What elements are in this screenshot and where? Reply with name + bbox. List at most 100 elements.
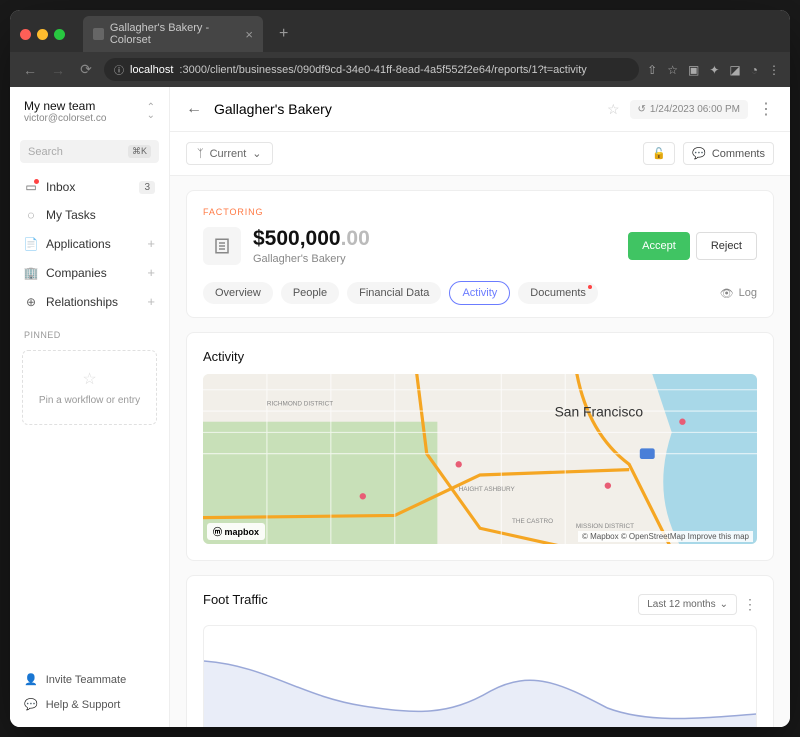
page-title: Gallagher's Bakery (214, 101, 332, 117)
puzzle-icon[interactable]: ✦ (709, 63, 719, 77)
activity-map[interactable]: San Francisco RICHMOND DISTRICT HAIGHT A… (203, 374, 757, 544)
svg-text:MISSION DISTRICT: MISSION DISTRICT (576, 523, 634, 530)
favicon-icon (93, 28, 104, 40)
lock-button[interactable]: 🔓 (643, 142, 675, 165)
companies-icon: 🏢 (24, 266, 38, 280)
plus-icon[interactable]: + (147, 265, 155, 280)
comments-label: Comments (712, 148, 765, 160)
back-arrow-button[interactable]: ← (186, 100, 202, 118)
search-input[interactable]: Search ⌘K (20, 140, 159, 163)
relationships-icon: ⊕ (24, 295, 38, 309)
entity-name: Gallagher's Bakery (253, 253, 370, 265)
sidebar-item-relationships[interactable]: ⊕ Relationships + (16, 287, 163, 316)
timestamp-text: 1/24/2023 06:00 PM (650, 104, 740, 115)
timestamp-pill[interactable]: ↺ 1/24/2023 06:00 PM (630, 100, 748, 119)
menu-icon[interactable]: ⋮ (768, 63, 780, 77)
new-tab-button[interactable]: + (271, 21, 296, 47)
sidebar-item-inbox[interactable]: ▭ Inbox 3 (16, 173, 163, 201)
eye-icon: 👁 (720, 287, 734, 300)
svg-text:THE CASTRO: THE CASTRO (512, 518, 553, 525)
accept-button[interactable]: Accept (628, 232, 690, 260)
tab-documents[interactable]: Documents (518, 282, 598, 304)
star-icon: ☆ (31, 369, 148, 389)
search-placeholder: Search (28, 146, 63, 158)
branch-icon: ᛉ (197, 148, 204, 160)
plus-icon[interactable]: + (147, 236, 155, 251)
reject-button[interactable]: Reject (696, 232, 757, 260)
nav-label: My Tasks (46, 208, 96, 222)
footer-label: Help & Support (46, 699, 121, 711)
chevron-down-icon: ⌄ (720, 599, 728, 610)
comments-button[interactable]: 💬 Comments (683, 142, 774, 165)
star-button[interactable]: ☆ (607, 101, 620, 118)
chevron-down-icon: ⌄ (252, 147, 261, 160)
url-input[interactable]: ⓘ localhost:3000/client/businesses/090df… (104, 58, 639, 81)
close-icon[interactable]: × (245, 27, 253, 42)
nav-label: Inbox (46, 180, 75, 194)
footer-label: Invite Teammate (46, 674, 127, 686)
tab-financial-data[interactable]: Financial Data (347, 282, 441, 304)
pinned-header: PINNED (10, 316, 169, 346)
nav-label: Companies (46, 266, 107, 280)
browser-tab[interactable]: Gallagher's Bakery - Colorset × (83, 16, 263, 52)
plus-icon[interactable]: + (147, 294, 155, 309)
back-button[interactable]: ← (20, 62, 40, 78)
sidebar-item-my-tasks[interactable]: ◌ My Tasks (16, 201, 163, 229)
foot-traffic-title: Foot Traffic (203, 592, 268, 607)
chevron-updown-icon: ⌃⌄ (147, 104, 155, 120)
avatar-icon[interactable]: ◔ (751, 63, 758, 77)
amount-value: $500,000.00 (253, 227, 370, 251)
bookmark-icon[interactable]: ◪ (729, 63, 740, 77)
chat-icon: 💬 (24, 698, 38, 711)
lock-icon: ⓘ (114, 62, 124, 77)
inbox-count-badge: 3 (139, 181, 155, 194)
reload-button[interactable]: ⟳ (76, 61, 96, 78)
chart-more-button[interactable]: ⋮ (743, 596, 757, 613)
nav-label: Applications (46, 237, 111, 251)
current-label: Current (210, 148, 247, 160)
pinned-empty-state[interactable]: ☆ Pin a workflow or entry (22, 350, 157, 425)
tab-title: Gallagher's Bakery - Colorset (110, 22, 240, 46)
share-icon[interactable]: ⇧ (647, 63, 657, 77)
person-icon: 👤 (24, 673, 38, 686)
notification-dot-icon (588, 285, 592, 289)
version-selector[interactable]: ᛉ Current ⌄ (186, 142, 273, 165)
window-close[interactable] (20, 29, 31, 40)
invite-teammate-button[interactable]: 👤 Invite Teammate (20, 667, 159, 692)
tasks-icon: ◌ (24, 208, 38, 222)
svg-text:RICHMOND DISTRICT: RICHMOND DISTRICT (267, 401, 333, 408)
nav-label: Relationships (46, 295, 118, 309)
pinned-empty-text: Pin a workflow or entry (31, 395, 148, 406)
tab-activity[interactable]: Activity (449, 281, 510, 305)
inbox-icon: ▭ (24, 180, 38, 194)
tab-people[interactable]: People (281, 282, 339, 304)
search-shortcut: ⌘K (128, 145, 151, 158)
unlock-icon: 🔓 (652, 147, 666, 160)
sidebar-item-applications[interactable]: 📄 Applications + (16, 229, 163, 258)
window-maximize[interactable] (54, 29, 65, 40)
team-email: victor@colorset.co (24, 113, 106, 124)
activity-section-title: Activity (203, 349, 757, 364)
period-selector[interactable]: Last 12 months ⌄ (638, 594, 737, 615)
svg-text:HAIGHT ASHBURY: HAIGHT ASHBURY (459, 486, 516, 493)
more-button[interactable]: ⋮ (758, 99, 774, 119)
building-icon (203, 227, 241, 265)
sidebar-item-companies[interactable]: 🏢 Companies + (16, 258, 163, 287)
team-name: My new team (24, 99, 106, 113)
team-selector[interactable]: My new team victor@colorset.co ⌃⌄ (10, 87, 169, 136)
forward-button[interactable]: → (48, 62, 68, 78)
log-button[interactable]: 👁 Log (720, 287, 757, 300)
history-icon: ↺ (638, 104, 646, 115)
star-icon[interactable]: ☆ (667, 63, 678, 77)
foot-traffic-chart: Jul 2022Aug 2022Sep 2022Oct 2022Nov 2022… (203, 625, 757, 727)
url-path: :3000/client/businesses/090df9cd-34e0-41… (179, 64, 586, 76)
map-city-label: San Francisco (555, 403, 644, 419)
ext-icon[interactable]: ▣ (688, 63, 699, 77)
tab-overview[interactable]: Overview (203, 282, 273, 304)
comment-icon: 💬 (692, 147, 706, 160)
help-support-button[interactable]: 💬 Help & Support (20, 692, 159, 717)
mapbox-logo: ⓜ mapbox (207, 523, 265, 540)
category-label: FACTORING (203, 207, 757, 217)
map-attribution[interactable]: © Mapbox © OpenStreetMap Improve this ma… (578, 531, 753, 542)
window-minimize[interactable] (37, 29, 48, 40)
